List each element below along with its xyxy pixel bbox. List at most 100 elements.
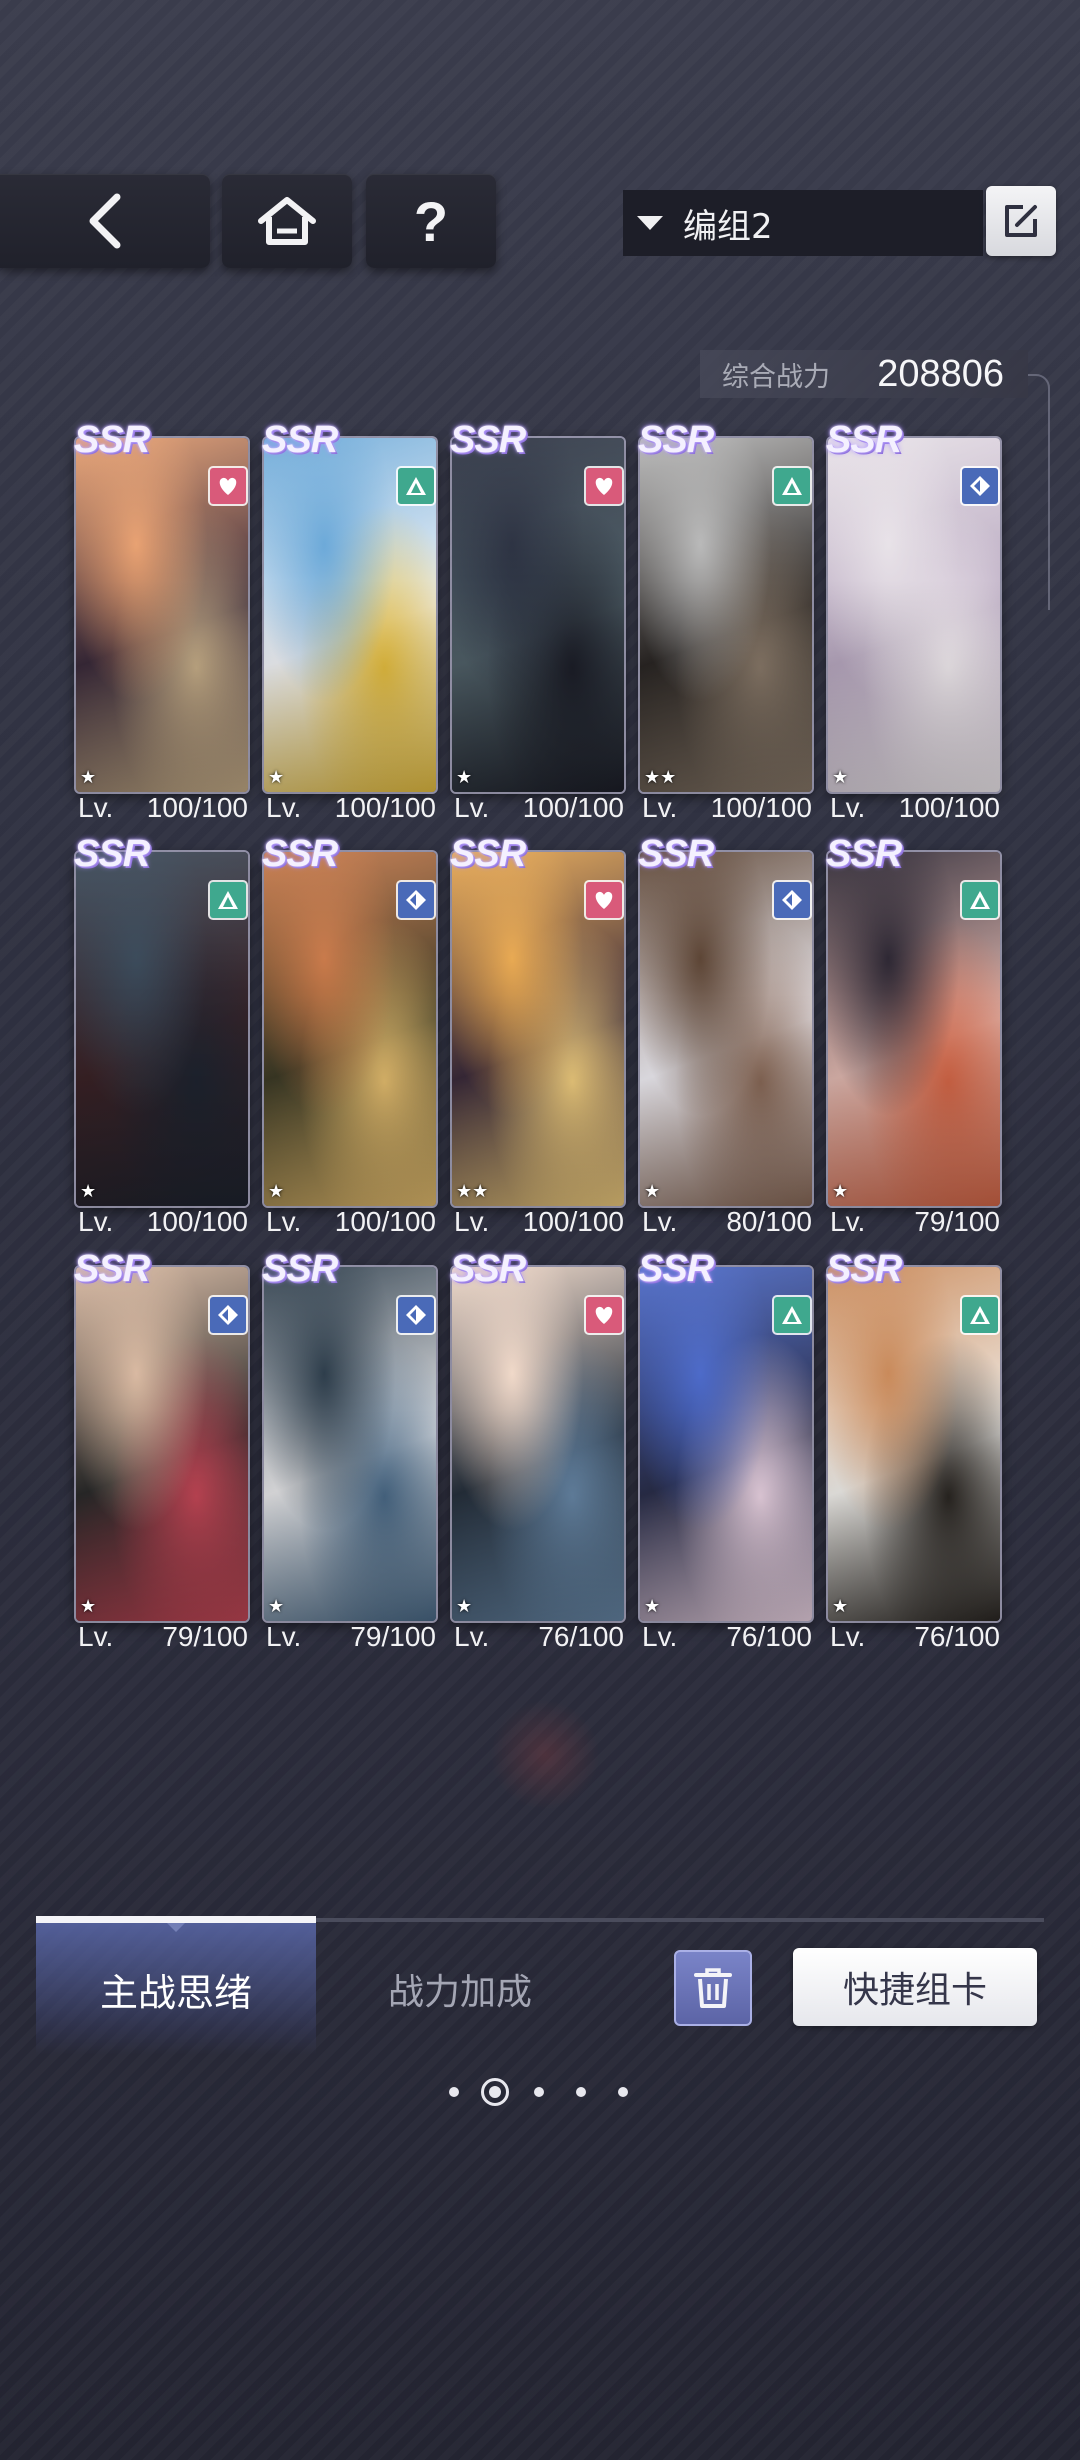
- card-level: Lv. 100/100: [78, 792, 248, 824]
- combined-power-label: 综合战力: [722, 361, 830, 393]
- level-value: 100/100: [710, 792, 812, 823]
- memory-card[interactable]: ★ SSR Lv. 76/100: [638, 1248, 812, 1652]
- card-level: Lv. 100/100: [78, 1206, 248, 1238]
- level-value: 100/100: [146, 1206, 248, 1237]
- help-button[interactable]: ?: [366, 174, 496, 268]
- rarity-badge: SSR: [638, 1248, 714, 1290]
- level-label: Lv.: [266, 792, 302, 823]
- card-art-frame: ★: [264, 852, 436, 1206]
- rarity-badge: SSR: [262, 833, 338, 875]
- quick-assemble-button[interactable]: 快捷组卡: [793, 1948, 1037, 2026]
- level-label: Lv.: [642, 792, 678, 823]
- diamond-icon: [774, 882, 810, 918]
- team-group-label: 编组2: [683, 206, 773, 247]
- rarity-badge: SSR: [450, 833, 526, 875]
- star-rank: ★: [268, 1181, 285, 1202]
- memory-card[interactable]: ★★ SSR Lv. 100/100: [638, 420, 812, 823]
- card-art-frame: ★★: [452, 852, 624, 1206]
- card-level: Lv. 79/100: [830, 1206, 1000, 1238]
- memory-card[interactable]: ★ SSR Lv. 100/100: [74, 833, 248, 1237]
- triangle-icon: [398, 468, 434, 504]
- memory-card[interactable]: ★ SSR Lv. 100/100: [262, 420, 436, 823]
- memory-card[interactable]: ★ SSR Lv. 79/100: [826, 834, 1000, 1237]
- card-art-frame: ★: [264, 1267, 436, 1621]
- star-rank: ★: [80, 767, 97, 788]
- memory-card[interactable]: ★ SSR Lv. 76/100: [450, 1249, 624, 1652]
- clear-team-button[interactable]: [674, 1950, 752, 2026]
- card-level: Lv. 80/100: [642, 1206, 812, 1238]
- star-rank: ★: [456, 1596, 473, 1617]
- card-level: Lv. 76/100: [830, 1621, 1000, 1653]
- memory-card[interactable]: ★ SSR Lv. 80/100: [638, 834, 812, 1237]
- star-rank: ★★: [456, 1181, 489, 1202]
- level-label: Lv.: [830, 1206, 866, 1237]
- level-value: 100/100: [334, 1206, 436, 1237]
- diamond-icon: [210, 1297, 246, 1333]
- diamond-icon: [398, 882, 434, 918]
- level-value: 100/100: [334, 792, 436, 823]
- card-art-frame: ★: [828, 438, 1000, 792]
- tab-power-bonus[interactable]: 战力加成: [330, 1923, 590, 2055]
- memory-card[interactable]: ★ SSR Lv. 79/100: [74, 1248, 248, 1652]
- star-rank: ★: [268, 767, 285, 788]
- rarity-badge: SSR: [74, 1248, 150, 1290]
- edit-group-button[interactable]: [986, 186, 1056, 256]
- page-dot[interactable]: [618, 2087, 628, 2097]
- card-art-frame: ★★: [640, 438, 812, 792]
- star-rank: ★: [80, 1181, 97, 1202]
- level-label: Lv.: [78, 792, 114, 823]
- decorative-connector: [1028, 374, 1050, 610]
- team-group-select[interactable]: 编组2: [623, 190, 983, 256]
- page-dot-active[interactable]: [481, 2078, 509, 2106]
- level-label: Lv.: [830, 1621, 866, 1652]
- level-label: Lv.: [454, 1621, 490, 1652]
- level-value: 100/100: [522, 1206, 624, 1237]
- star-rank: ★★: [644, 767, 677, 788]
- tab-power-bonus-label: 战力加成: [387, 1972, 532, 2013]
- memory-card[interactable]: ★★ SSR Lv. 100/100: [450, 833, 624, 1237]
- triangle-icon: [962, 882, 998, 918]
- rarity-badge: SSR: [450, 419, 526, 461]
- heart-icon: [586, 882, 622, 918]
- back-button[interactable]: [0, 174, 210, 268]
- quick-assemble-label: 快捷组卡: [842, 1970, 987, 2011]
- level-label: Lv.: [454, 1206, 490, 1237]
- star-rank: ★: [832, 1596, 849, 1617]
- heart-icon: [586, 1297, 622, 1333]
- chevron-left-icon: [89, 193, 121, 249]
- card-level: Lv. 100/100: [454, 1206, 624, 1238]
- rarity-badge: SSR: [74, 419, 150, 461]
- card-art-frame: ★: [452, 438, 624, 792]
- memory-card[interactable]: ★ SSR Lv. 100/100: [450, 419, 624, 823]
- level-label: Lv.: [78, 1621, 114, 1652]
- home-button[interactable]: [222, 174, 352, 268]
- page-dot[interactable]: [534, 2087, 544, 2097]
- background-glow: [490, 1700, 600, 1810]
- star-rank: ★: [456, 767, 473, 788]
- page-dot[interactable]: [576, 2087, 586, 2097]
- star-rank: ★: [644, 1181, 661, 1202]
- memory-card[interactable]: ★ SSR Lv. 76/100: [826, 1249, 1000, 1652]
- card-level: Lv. 100/100: [266, 792, 436, 824]
- level-label: Lv.: [642, 1621, 678, 1652]
- triangle-icon: [962, 1297, 998, 1333]
- triangle-icon: [774, 468, 810, 504]
- card-art-frame: ★: [828, 1267, 1000, 1621]
- card-art-frame: ★: [76, 438, 248, 792]
- level-value: 79/100: [162, 1621, 248, 1652]
- tab-main-thoughts[interactable]: 主战思绪: [36, 1923, 316, 2055]
- card-level: Lv. 76/100: [454, 1621, 624, 1653]
- star-rank: ★: [80, 1596, 97, 1617]
- memory-card[interactable]: ★ SSR Lv. 100/100: [74, 419, 248, 823]
- diamond-icon: [398, 1297, 434, 1333]
- page-dot[interactable]: [449, 2087, 459, 2097]
- star-rank: ★: [268, 1596, 285, 1617]
- memory-card[interactable]: ★ SSR Lv. 100/100: [826, 420, 1000, 823]
- card-level: Lv. 100/100: [830, 792, 1000, 824]
- home-icon: [258, 197, 316, 245]
- card-level: Lv. 79/100: [266, 1621, 436, 1653]
- memory-card[interactable]: ★ SSR Lv. 79/100: [262, 1249, 436, 1652]
- rarity-badge: SSR: [74, 833, 150, 875]
- triangle-icon: [210, 882, 246, 918]
- memory-card[interactable]: ★ SSR Lv. 100/100: [262, 833, 436, 1237]
